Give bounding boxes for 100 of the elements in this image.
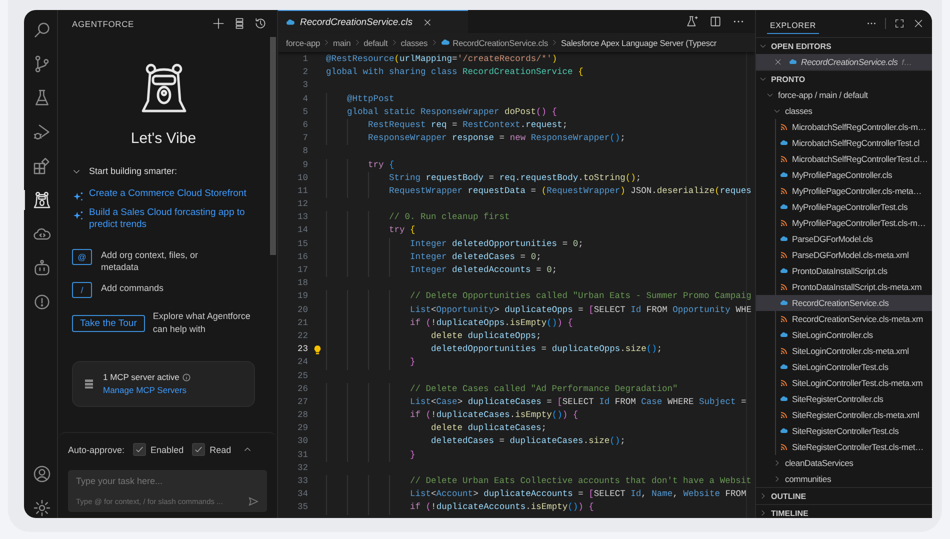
tree-item[interactable]: classes — [756, 103, 932, 119]
rss-icon — [780, 411, 788, 419]
tree-item[interactable]: SiteRegisterControllerTest.cls — [756, 423, 932, 439]
checkbox[interactable] — [132, 443, 146, 456]
tree-item[interactable]: MicrobatchSelfRegControllerTest.cl… — [756, 151, 932, 167]
stack-icon[interactable] — [233, 17, 246, 30]
tree-item[interactable]: MyProfilePageControllerTest.cls — [756, 199, 932, 215]
line-number: 28 — [296, 409, 308, 422]
tree-item[interactable]: MyProfilePageControllerTest.cls-m… — [756, 215, 932, 231]
chevron-icon — [551, 39, 558, 46]
tree-item[interactable]: MyProfilePageController.cls-meta… — [756, 183, 932, 199]
cloud-icon — [780, 139, 788, 147]
rss-icon — [780, 123, 788, 131]
tree-item[interactable]: ProntoDataInstallScript.cls-meta.xm — [756, 279, 932, 295]
tree-item[interactable]: force-app / main / default — [756, 87, 932, 103]
code-line: Integer deletedOpportunities = 0; — [326, 238, 584, 251]
line-number: 8 — [302, 145, 308, 158]
chevron-icon[interactable] — [773, 459, 781, 467]
sparkle-icon — [73, 210, 84, 221]
editor-tab[interactable]: RecordCreationService.cls — [278, 10, 468, 33]
line-number: 32 — [296, 462, 308, 475]
tree-item[interactable]: RecordCreationService.cls — [756, 295, 932, 311]
open-editor-item[interactable]: RecordCreationService.cls f… — [756, 54, 932, 70]
manage-link[interactable]: Manage MCP Servers — [103, 384, 192, 396]
tree-item[interactable]: SiteRegisterController.cls — [756, 391, 932, 407]
breadcrumb[interactable]: default — [364, 38, 388, 48]
line-number: 9 — [302, 158, 308, 172]
breadcrumb[interactable]: classes — [400, 38, 428, 48]
tree-item[interactable]: ProntoDataInstallScript.cls — [756, 263, 932, 279]
tree-item[interactable]: ParseDGForModel.cls — [756, 231, 932, 247]
line-number: 29 — [296, 422, 308, 436]
close-icon[interactable] — [913, 18, 924, 29]
section-header[interactable]: TIMELINE — [756, 504, 932, 518]
suggestion-link[interactable]: Build a Sales Cloud forcasting app to predict trends — [89, 207, 247, 231]
caret-icon[interactable] — [243, 445, 252, 454]
tour-button[interactable]: Take the Tour — [72, 315, 145, 332]
close-icon[interactable] — [774, 58, 782, 66]
line-number: 34 — [296, 488, 308, 502]
tree-item[interactable]: SiteLoginController.cls — [756, 327, 932, 343]
plus-icon[interactable] — [212, 17, 225, 30]
task-input[interactable]: Type your task here... — [76, 476, 259, 486]
chevron-icon[interactable] — [759, 75, 767, 83]
code-line: RestRequest req = RestContext.request; — [326, 118, 568, 132]
info-icon[interactable] — [182, 372, 192, 382]
hint-text: Add commands — [101, 282, 164, 294]
breadcrumb[interactable]: Salesforce Apex Language Server (Typescr — [561, 38, 717, 48]
tree-item[interactable]: MicrobatchSelfRegControllerTest.cl — [756, 135, 932, 151]
checkbox-label: Enabled — [150, 444, 184, 454]
scrollbar[interactable] — [270, 37, 276, 255]
auto-approve-label: Auto-approve: — [68, 444, 125, 454]
code-line: RequestWrapper requestData = (RequestWrapper) JSON.deserialize(reques — [326, 184, 752, 198]
chevron-icon[interactable] — [759, 509, 767, 517]
code-line: try { — [326, 158, 394, 172]
breadcrumb[interactable]: RecordCreationService.cls — [452, 38, 548, 48]
close-icon[interactable] — [423, 18, 432, 26]
section-header[interactable]: PRONTO — [756, 70, 932, 87]
tree-item[interactable]: SiteLoginController.cls-meta.xml — [756, 343, 932, 359]
chevron-icon[interactable] — [759, 42, 767, 50]
code-line: List<Opportunity> duplicateOpps = [SELECT Id FROM Opportunity WHE — [326, 304, 752, 317]
code-line: delete duplicateCases; — [326, 422, 547, 436]
line-number: 14 — [296, 224, 308, 238]
tree-item[interactable]: RecordCreationService.cls-meta.xm — [756, 311, 932, 327]
tree-item[interactable]: SiteLoginControllerTest.cls — [756, 359, 932, 375]
tree-item[interactable]: MicrobatchSelfRegController.cls-m… — [756, 119, 932, 135]
code-line: @HttpPost — [326, 92, 394, 106]
split-editor-icon[interactable] — [709, 15, 722, 28]
tree-item[interactable]: cleanDataServices — [756, 455, 932, 471]
tree-item[interactable]: MyProfilePageController.cls — [756, 167, 932, 183]
checkbox[interactable] — [192, 443, 205, 456]
line-number: 31 — [296, 448, 308, 462]
tree-item[interactable]: SiteRegisterController.cls-meta.xml — [756, 407, 932, 423]
code-line: deletedCases = duplicateCases.size(); — [326, 435, 626, 449]
maximize-icon[interactable] — [894, 18, 905, 29]
sparkle-icon — [73, 191, 84, 202]
chevron-icon[interactable] — [773, 107, 781, 115]
code-line: // 0. Run cleanup first — [326, 211, 510, 224]
chevron-icon[interactable] — [759, 492, 767, 500]
line-number: 3 — [302, 79, 308, 92]
history-icon[interactable] — [254, 17, 267, 30]
section-header[interactable]: OUTLINE — [756, 487, 932, 504]
breadcrumb[interactable]: force-app — [286, 38, 320, 48]
code-line: List<Case> duplicateCases = [SELECT Id FROM Case WHERE Subject = — [326, 396, 746, 410]
tree-item[interactable]: SiteRegisterControllerTest.cls-met… — [756, 439, 932, 455]
cloud-icon — [780, 395, 788, 403]
send-icon[interactable] — [248, 496, 259, 507]
suggestion-link[interactable]: Create a Commerce Cloud Storefront — [89, 188, 246, 200]
line-number: 17 — [296, 264, 308, 277]
rss-icon — [780, 283, 788, 291]
chevron-icon[interactable] — [773, 475, 781, 483]
server-icon — [83, 378, 95, 390]
panel-tab[interactable]: EXPLORER — [767, 14, 819, 34]
flask-sparkle-icon[interactable] — [686, 15, 699, 28]
breadcrumb[interactable]: main — [333, 38, 351, 48]
line-number: 27 — [296, 396, 308, 409]
chevron-icon[interactable] — [766, 91, 774, 99]
code-line: String requestBody = req.requestBody.toString(); — [326, 172, 642, 185]
lightbulb-icon[interactable] — [312, 344, 322, 355]
tree-item[interactable]: SiteLoginControllerTest.cls-meta.xm — [756, 375, 932, 391]
tree-item[interactable]: communities — [756, 471, 932, 487]
tree-item[interactable]: ParseDGForModel.cls-meta.xml — [756, 247, 932, 263]
